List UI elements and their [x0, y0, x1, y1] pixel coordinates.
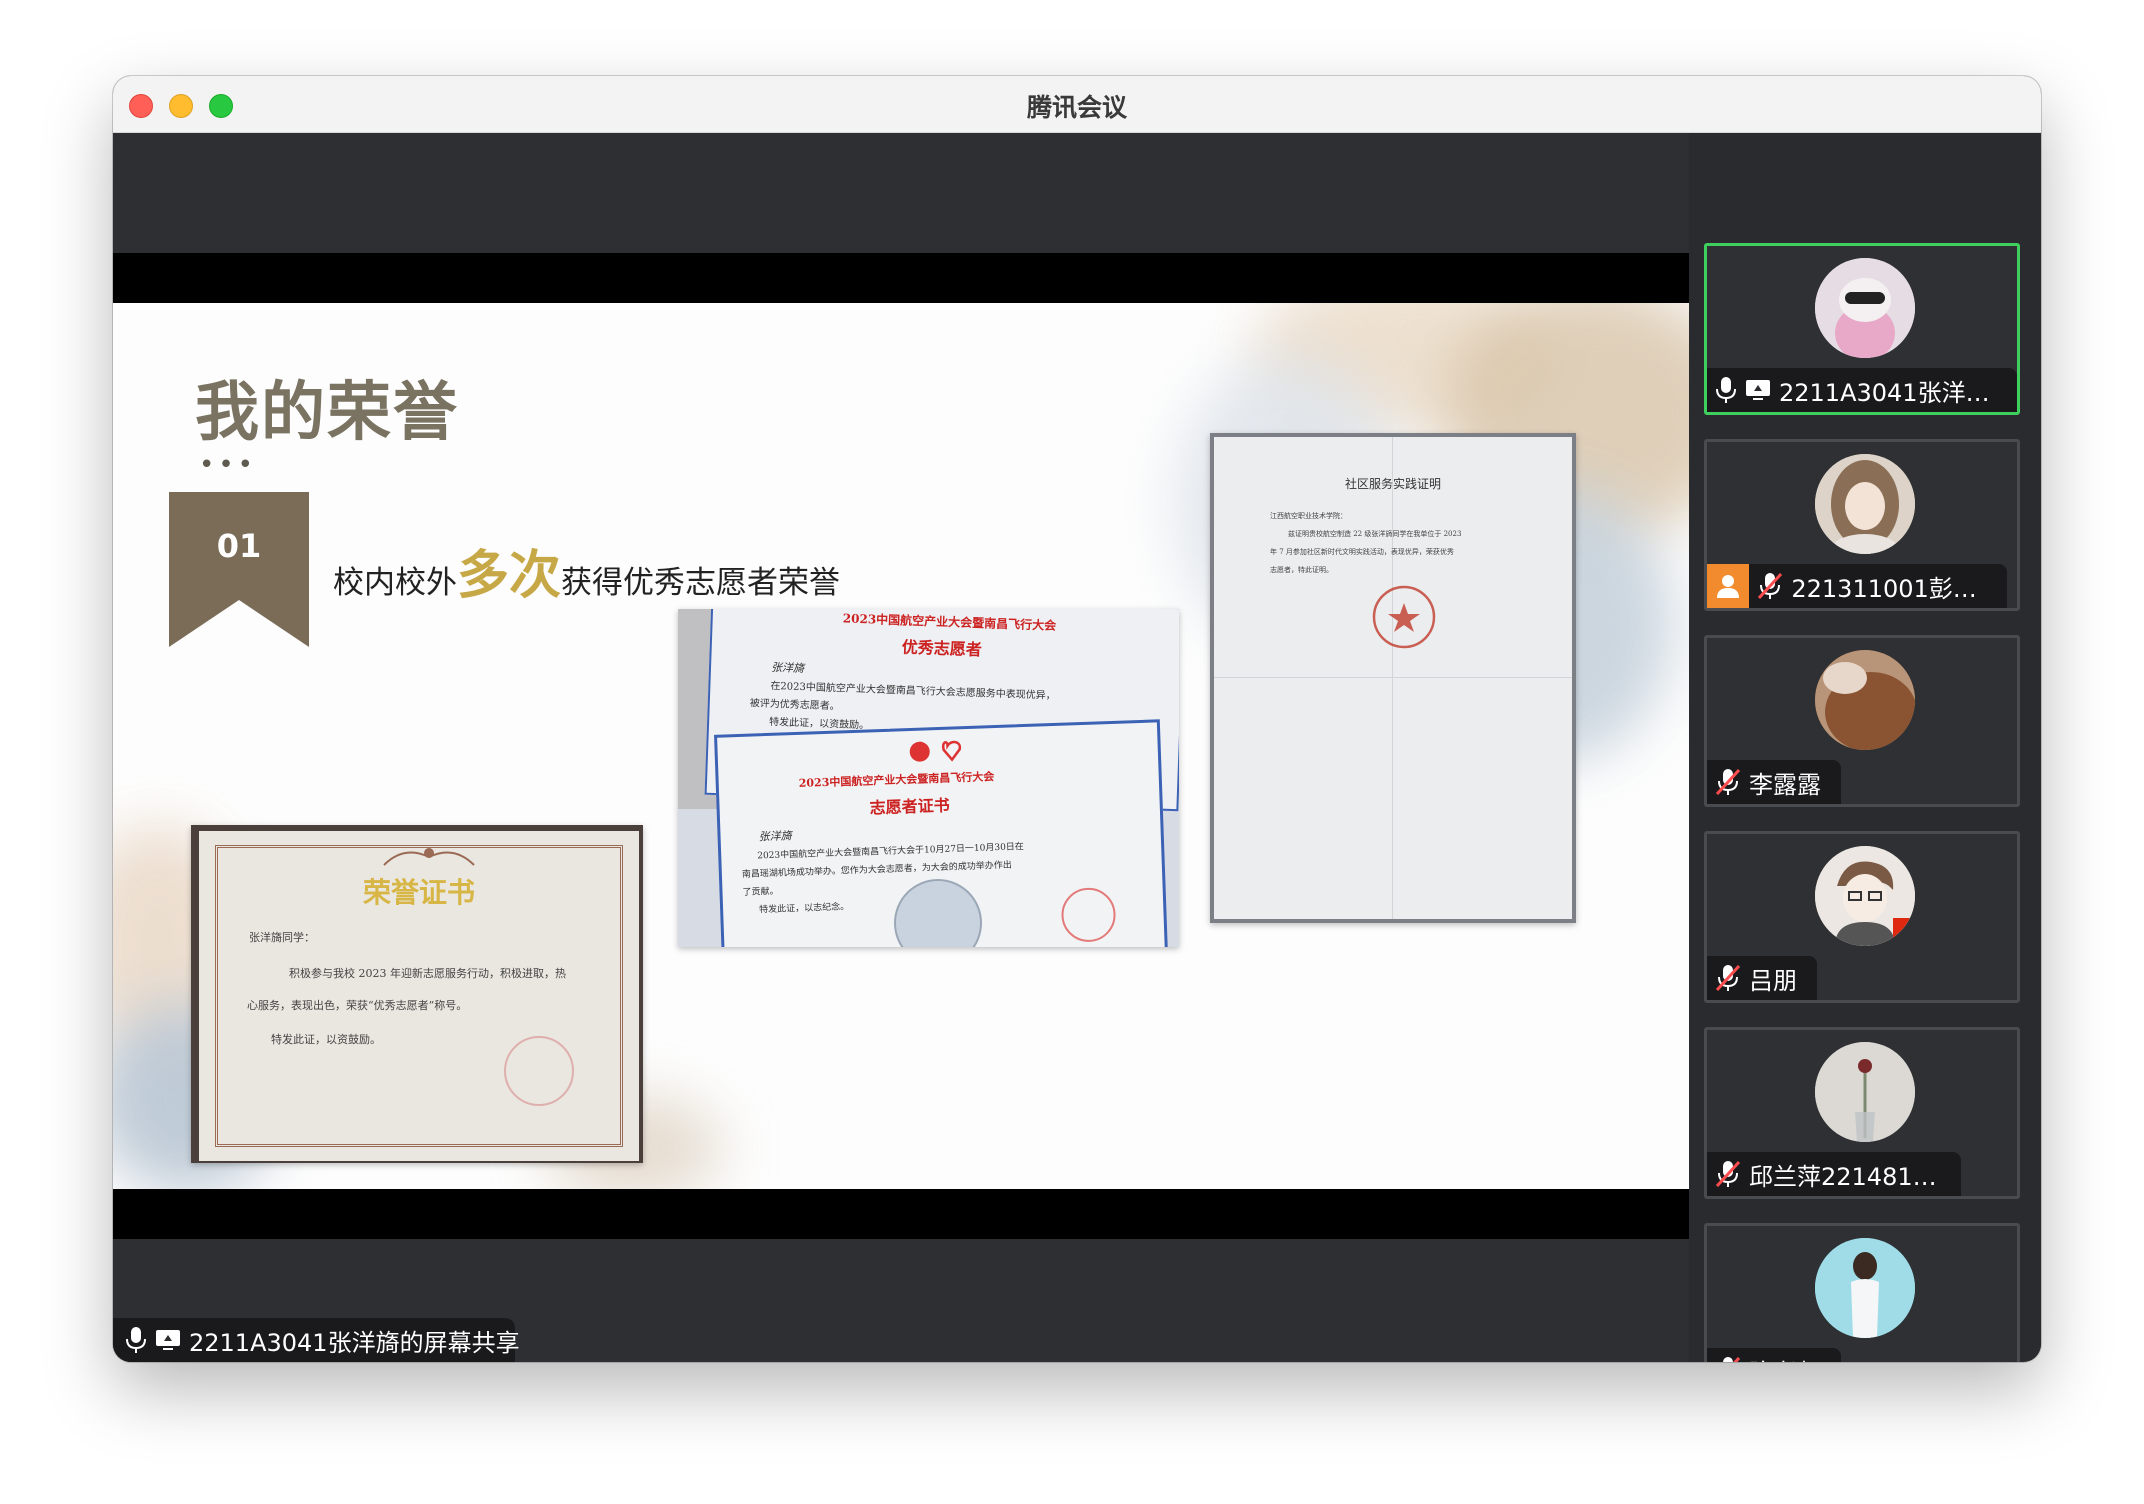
subtitle-highlight: 多次 — [457, 546, 562, 606]
avatar — [1815, 258, 1915, 358]
avatar — [1815, 1042, 1915, 1142]
title-bar: 腾讯会议 — [113, 76, 2041, 133]
microphone-muted-icon[interactable] — [1715, 1160, 1741, 1188]
certificate-line: 特发此证，以志纪念。 — [758, 902, 850, 916]
participant-namebar: 李露露 — [1707, 760, 1841, 804]
microphone-icon[interactable] — [125, 1326, 147, 1354]
community-service-photo: 社区服务实践证明 江西航空职业技术学院： 兹证明贵校航空制造 22 级张洋旖同学… — [1210, 433, 1576, 923]
microphone-muted-icon[interactable] — [1715, 768, 1741, 796]
participant-namebar: 吕朋 — [1707, 956, 1817, 1000]
honor-certificate-photo: 荣誉证书 张洋旖同学： 积极参与我校 2023 年迎新志愿服务行动，积极进取，热… — [191, 825, 643, 1163]
document-line: 志愿者，特此证明。 — [1270, 566, 1333, 574]
screen-share-icon — [1746, 380, 1770, 400]
certificate-paper: 荣誉证书 张洋旖同学： 积极参与我校 2023 年迎新志愿服务行动，积极进取，热… — [199, 831, 639, 1161]
participant-tile[interactable]: 2211A3041张洋旖... — [1704, 243, 2020, 415]
section-number: 01 — [216, 527, 262, 565]
certificate-heading: 优秀志愿者 — [901, 637, 983, 660]
certificate-heading: 志愿者证书 — [869, 795, 950, 818]
official-seal — [1372, 585, 1436, 649]
certificate-line: 心服务，表现出色，荣获“优秀志愿者”称号。 — [247, 999, 468, 1012]
screen-share-label: 2211A3041张洋旖的屏幕共享 — [113, 1318, 520, 1362]
participant-tile[interactable]: 221311001彭苏梦 — [1704, 439, 2020, 611]
avatar — [1815, 1238, 1915, 1338]
participant-tile[interactable]: 陈老师 — [1704, 1223, 2020, 1362]
participant-name: 李露露 — [1749, 770, 1821, 799]
microphone-muted-icon[interactable] — [1757, 572, 1783, 600]
participant-namebar: 邱兰萍221481015 — [1707, 1152, 1961, 1196]
certificate-line: 被评为优秀志愿者。 — [749, 698, 840, 713]
microphone-muted-icon[interactable] — [1715, 964, 1741, 992]
participant-name: 陈老师 — [1749, 1353, 1821, 1363]
crown-ornament — [383, 848, 475, 866]
avatar — [1815, 846, 1915, 946]
shared-screen-area: 我的荣誉 ••• 01 校内校外多次获得优秀志愿者荣誉 荣誉证书 张洋旖同学： … — [113, 133, 1689, 1362]
participant-tile[interactable]: 邱兰萍221481015 — [1704, 1027, 2020, 1199]
official-seal — [504, 1036, 574, 1106]
subtitle-text: 校内校外 — [333, 565, 457, 601]
microphone-muted-icon[interactable] — [1715, 1356, 1741, 1362]
avatar — [1815, 454, 1915, 554]
participant-namebar: 2211A3041张洋旖... — [1707, 368, 2017, 412]
document-line: 兹证明贵校航空制造 22 级张洋旖同学在我单位于 2023 — [1288, 530, 1462, 538]
slide-title: 我的荣誉 — [195, 376, 459, 450]
participant-name: 2211A3041张洋旖... — [1779, 378, 2003, 407]
paper-fold — [1214, 677, 1572, 678]
avatar — [1815, 650, 1915, 750]
letterbox-bottom — [113, 1189, 1689, 1239]
participant-namebar: 陈老师 — [1707, 1348, 1841, 1362]
certificate-name: 张洋旖 — [758, 829, 792, 844]
person-icon — [1717, 575, 1740, 598]
screen-share-owner: 2211A3041张洋旖的屏幕共享 — [189, 1328, 520, 1357]
host-badge — [1707, 564, 1750, 608]
certificate-banner: 2023中国航空产业大会暨南昌飞行大会 — [798, 770, 995, 790]
subtitle-text: 获得优秀志愿者荣誉 — [561, 565, 841, 601]
certificate-line: 特发此证，以资鼓励。 — [271, 1033, 381, 1046]
participant-name: 221311001彭苏梦 — [1791, 574, 1993, 603]
certificate-line: 特发此证，以资鼓励。 — [768, 716, 870, 732]
volunteer-certificates-photo: 2023中国航空产业大会暨南昌飞行大会 优秀志愿者 张洋旖 在2023中国航空产… — [678, 609, 1179, 947]
certificate-heading: 荣誉证书 — [362, 876, 475, 909]
volunteer-logo — [909, 740, 962, 762]
certificate-name: 张洋旖 — [770, 660, 805, 676]
participant-name: 邱兰萍221481015 — [1749, 1162, 1947, 1191]
certificate-banner: 2023中国航空产业大会暨南昌飞行大会 — [842, 611, 1057, 633]
participant-name: 吕朋 — [1749, 966, 1797, 995]
certificate-line: 南昌瑶湖机场成功举办。您作为大会志愿者，为大会的成功举办作出 — [741, 860, 1012, 880]
presentation-slide: 我的荣誉 ••• 01 校内校外多次获得优秀志愿者荣誉 荣誉证书 张洋旖同学： … — [113, 303, 1689, 1189]
document-paper: 社区服务实践证明 江西航空职业技术学院： 兹证明贵校航空制造 22 级张洋旖同学… — [1214, 437, 1572, 919]
official-seal — [1061, 887, 1116, 942]
section-ribbon — [169, 492, 309, 647]
certificate-line: 了贡献。 — [742, 886, 779, 898]
meeting-window: 腾讯会议 我的荣誉 ••• 01 校内校外多次获得优秀志愿者荣誉 荣誉证书 张洋… — [113, 76, 2041, 1362]
screen-share-icon — [156, 1330, 180, 1350]
document-line: 江西航空职业技术学院： — [1270, 512, 1347, 520]
document-heading: 社区服务实践证明 — [1344, 477, 1441, 491]
slide-subtitle: 校内校外多次获得优秀志愿者荣誉 — [333, 533, 840, 608]
participant-namebar: 221311001彭苏梦 — [1707, 564, 2007, 608]
window-title: 腾讯会议 — [1026, 93, 1127, 122]
participant-sidebar[interactable]: 2211A3041张洋旖... 221311001彭苏梦 李露露 吕朋 邱兰萍2… — [1689, 133, 2041, 1362]
participant-tile[interactable]: 吕朋 — [1704, 831, 2020, 1003]
participant-tile[interactable]: 李露露 — [1704, 635, 2020, 807]
slide-title-dots: ••• — [199, 450, 258, 480]
certificate-line: 积极参与我校 2023 年迎新志愿服务行动，积极进取，热 — [289, 967, 566, 980]
certificate-recipient: 张洋旖同学： — [249, 931, 315, 944]
document-line: 年 7 月参加社区新时代文明实践活动，表现优异，荣获优秀 — [1270, 548, 1454, 556]
letterbox-top — [113, 253, 1689, 303]
paper-fold — [1392, 437, 1393, 919]
microphone-icon[interactable] — [1715, 376, 1737, 404]
